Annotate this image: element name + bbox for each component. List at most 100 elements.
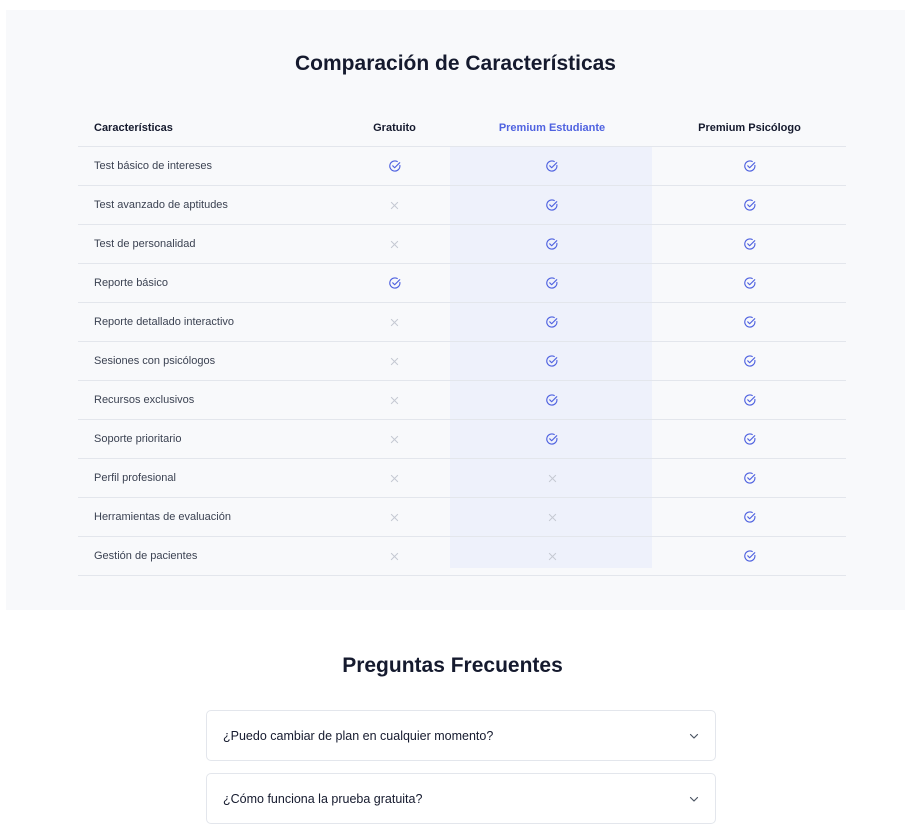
student-cell (451, 237, 653, 251)
psychologist-cell (653, 237, 846, 251)
faq-question: ¿Cómo funciona la prueba gratuita? (223, 791, 423, 806)
table-row: Perfil profesional (78, 459, 846, 498)
psychologist-cell (653, 198, 846, 212)
check-circle-icon (545, 276, 559, 290)
table-body: Test básico de intereses Test avanzado de… (78, 147, 846, 576)
x-icon (390, 435, 399, 444)
faq-title: Preguntas Frecuentes (342, 654, 563, 677)
x-icon (390, 396, 399, 405)
table-row: Reporte básico (78, 264, 846, 303)
feature-label: Perfil profesional (94, 472, 176, 484)
header-student: Premium Estudiante (498, 121, 606, 134)
chevron-down-icon (689, 794, 699, 804)
free-cell (338, 513, 451, 522)
faq-item[interactable]: ¿Cómo funciona la prueba gratuita? (206, 773, 716, 824)
x-icon (390, 552, 399, 561)
table-row: Reporte detallado interactivo (78, 303, 846, 342)
check-circle-icon (388, 276, 402, 290)
student-cell (451, 159, 653, 173)
free-cell (338, 435, 451, 444)
psychologist-cell (653, 159, 846, 173)
check-circle-icon (743, 315, 757, 329)
feature-label: Herramientas de evaluación (94, 511, 231, 523)
psychologist-cell (653, 315, 846, 329)
check-circle-icon (545, 159, 559, 173)
feature-label: Sesiones con psicólogos (94, 355, 216, 367)
x-icon (390, 201, 399, 210)
check-circle-icon (545, 237, 559, 251)
table-row: Sesiones con psicólogos (78, 342, 846, 381)
chevron-down-icon (689, 731, 699, 741)
psychologist-cell (653, 471, 846, 485)
check-circle-icon (743, 471, 757, 485)
student-cell (451, 276, 653, 290)
check-circle-icon (743, 354, 757, 368)
comparison-table: Características Gratuito Premium Estudia… (78, 109, 846, 576)
check-circle-icon (545, 393, 559, 407)
x-icon (390, 240, 399, 249)
table-row: Recursos exclusivos (78, 381, 846, 420)
table-row: Soporte prioritario (78, 420, 846, 459)
check-circle-icon (743, 549, 757, 563)
check-circle-icon (545, 198, 559, 212)
header-psychologist: Premium Psicólogo (698, 121, 801, 134)
x-icon (390, 318, 399, 327)
free-cell (338, 276, 451, 290)
psychologist-cell (653, 549, 846, 563)
comparison-section: Comparación de Características Caracterí… (6, 10, 905, 610)
x-icon (390, 513, 399, 522)
student-cell (451, 198, 653, 212)
free-cell (338, 357, 451, 366)
check-circle-icon (545, 354, 559, 368)
feature-label: Reporte básico (94, 277, 168, 289)
header-features: Características (94, 121, 173, 134)
student-cell (451, 315, 653, 329)
check-circle-icon (545, 315, 559, 329)
student-cell (451, 513, 653, 522)
check-circle-icon (743, 393, 757, 407)
header-free: Gratuito (373, 121, 416, 134)
x-icon (548, 552, 557, 561)
check-circle-icon (743, 237, 757, 251)
check-circle-icon (545, 432, 559, 446)
faq-question: ¿Puedo cambiar de plan en cualquier mome… (223, 728, 494, 743)
psychologist-cell (653, 276, 846, 290)
feature-label: Gestión de pacientes (94, 550, 198, 562)
student-cell (451, 354, 653, 368)
feature-label: Test de personalidad (94, 238, 196, 250)
student-cell (451, 393, 653, 407)
table-header-row: Características Gratuito Premium Estudia… (78, 109, 846, 147)
student-cell (451, 552, 653, 561)
table-row: Test avanzado de aptitudes (78, 186, 846, 225)
check-circle-icon (743, 198, 757, 212)
table-row: Test de personalidad (78, 225, 846, 264)
feature-label: Recursos exclusivos (94, 394, 195, 406)
check-circle-icon (743, 510, 757, 524)
free-cell (338, 552, 451, 561)
table-row: Gestión de pacientes (78, 537, 846, 576)
x-icon (548, 513, 557, 522)
check-circle-icon (743, 159, 757, 173)
psychologist-cell (653, 432, 846, 446)
table-row: Test básico de intereses (78, 147, 846, 186)
x-icon (548, 474, 557, 483)
free-cell (338, 474, 451, 483)
check-circle-icon (743, 432, 757, 446)
faq-item[interactable]: ¿Puedo cambiar de plan en cualquier mome… (206, 710, 716, 761)
psychologist-cell (653, 510, 846, 524)
feature-label: Test avanzado de aptitudes (94, 199, 228, 211)
free-cell (338, 240, 451, 249)
student-cell (451, 474, 653, 483)
free-cell (338, 201, 451, 210)
psychologist-cell (653, 354, 846, 368)
feature-label: Reporte detallado interactivo (94, 316, 235, 328)
table-row: Herramientas de evaluación (78, 498, 846, 537)
psychologist-cell (653, 393, 846, 407)
comparison-title: Comparación de Características (295, 52, 616, 75)
free-cell (338, 159, 451, 173)
x-icon (390, 474, 399, 483)
free-cell (338, 396, 451, 405)
check-circle-icon (388, 159, 402, 173)
x-icon (390, 357, 399, 366)
feature-label: Test básico de intereses (94, 160, 213, 172)
